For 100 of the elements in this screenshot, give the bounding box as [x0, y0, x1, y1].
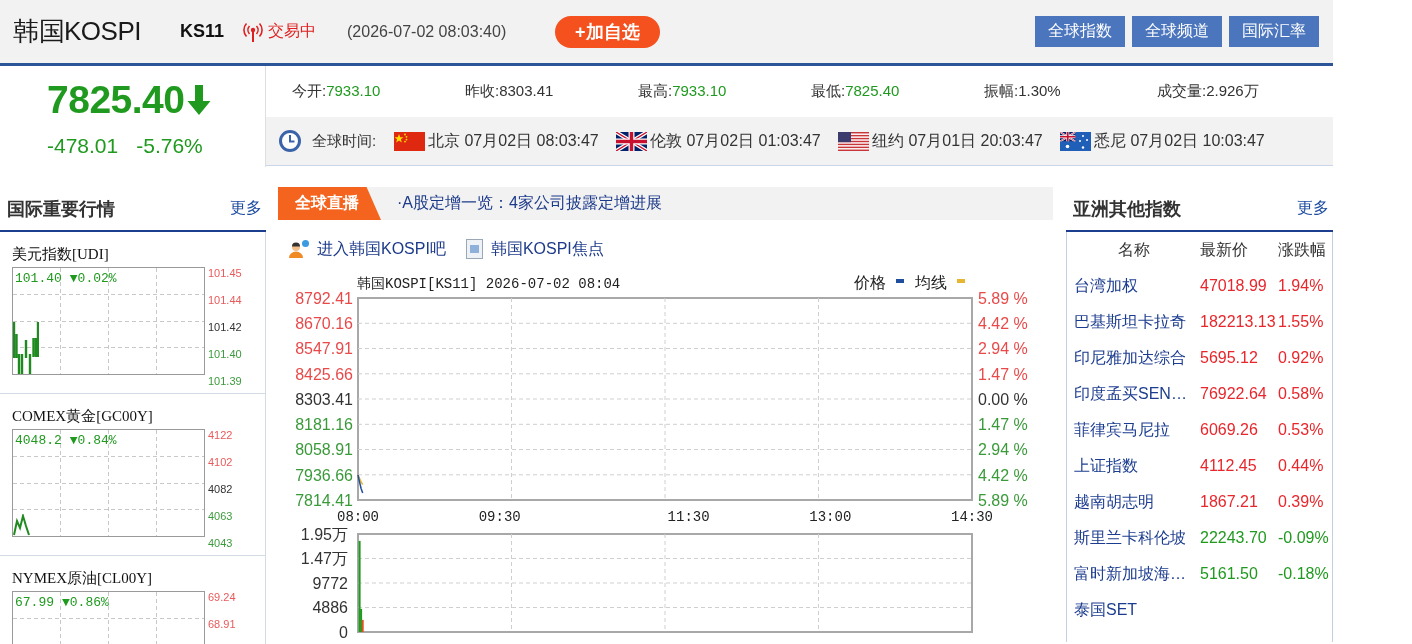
chart-title: 韩国KOSPI[KS11] 2026-07-02 08:04	[357, 276, 621, 292]
index-title: 韩国KOSPI	[13, 15, 142, 48]
mini-change: ▼0.86%	[62, 595, 109, 610]
y-axis-label: 8792.41	[295, 289, 353, 307]
y-axis-label: 9772	[312, 574, 348, 592]
column-header: 最新价	[1200, 239, 1249, 260]
stat-label: 最低:	[811, 82, 846, 99]
axis-label: 101.45	[208, 266, 242, 281]
percent-axis-label: 2.94 %	[978, 441, 1028, 459]
more-link[interactable]: 更多	[1297, 198, 1329, 219]
y-axis-label: 7814.41	[295, 491, 353, 509]
price-cell-text: 22243.70	[1200, 529, 1268, 547]
us-flag-icon	[838, 131, 869, 151]
stat-label: 昨收:	[465, 82, 500, 99]
y-axis-label: 8181.16	[295, 416, 353, 434]
focus-link[interactable]: 韩国KOSPI焦点	[465, 238, 604, 260]
axis-label: 68.91	[208, 617, 236, 632]
nav-button[interactable]: 全球指数	[1035, 16, 1125, 47]
column-header: 涨跌幅	[1278, 239, 1327, 260]
index-link[interactable]: 菲律宾马尼拉	[1067, 419, 1200, 441]
percent-axis-label: 1.47 %	[978, 416, 1028, 434]
sparkline-drawing	[13, 514, 30, 536]
y-axis-label: 8058.91	[295, 441, 353, 459]
change-cell-text: 0.53%	[1278, 421, 1325, 439]
mini-change: ▼0.02%	[69, 271, 117, 286]
x-axis-label: 09:30	[478, 509, 521, 525]
axis-label: 4043	[208, 536, 233, 551]
news-link[interactable]: ·A股定增一览：4家公司披露定增进展	[397, 193, 662, 214]
index-link[interactable]: 泰国SET	[1067, 599, 1200, 621]
percent-axis-label: 2.94 %	[978, 340, 1028, 358]
x-axis-label: 08:00	[337, 509, 379, 525]
stat-value: 7825.40	[845, 82, 900, 99]
axis-label: 101.40	[208, 347, 242, 362]
price-cell-text: 1867.21	[1200, 493, 1259, 511]
price-cell-text: 4112.45	[1200, 457, 1258, 475]
mini-change: ▼0.84%	[69, 433, 117, 448]
index-link[interactable]: 斯里兰卡科伦坡	[1067, 527, 1200, 549]
x-axis-label: 11:30	[667, 509, 710, 525]
price-cell-text: 5161.50	[1200, 565, 1259, 583]
index-link[interactable]: 台湾加权	[1067, 275, 1200, 297]
more-link[interactable]: 更多	[230, 198, 262, 219]
index-link[interactable]: 上证指数	[1067, 455, 1200, 477]
index-link[interactable]: 印尼雅加达综合	[1067, 347, 1200, 369]
axis-label: 4082	[208, 482, 233, 497]
change-cell-text: 0.39%	[1278, 493, 1325, 511]
y-axis-label: 1.95万	[300, 525, 348, 543]
price-cell-text: 6069.26	[1200, 421, 1259, 439]
change-cell-text: 0.92%	[1278, 349, 1325, 367]
y-axis-label: 4886	[312, 599, 348, 617]
price-change: -478.01	[47, 134, 119, 158]
x-axis-label: 13:00	[809, 509, 852, 525]
panel-title: 国际重要行情	[7, 197, 115, 221]
axis-label: 4122	[208, 428, 233, 443]
market-name[interactable]: NYMEX原油[CL00Y]	[12, 568, 265, 588]
mini-price: 101.40	[15, 271, 62, 286]
clock-icon	[279, 130, 301, 152]
percent-axis-label: 4.42 %	[978, 315, 1028, 333]
percent-axis-label: 0.00 %	[978, 390, 1028, 408]
nav-button[interactable]: 全球频道	[1132, 16, 1222, 47]
sparkline-drawing	[13, 322, 39, 374]
price-cell-text: 47018.99	[1200, 277, 1268, 295]
change-cell-text: 1.55%	[1278, 313, 1325, 331]
live-tag: 全球直播	[278, 187, 381, 220]
index-link[interactable]: 越南胡志明	[1067, 491, 1200, 513]
nav-button[interactable]: 国际汇率	[1229, 16, 1319, 47]
index-link[interactable]: 印度孟买SEN…	[1067, 383, 1200, 405]
forum-link[interactable]: 进入韩国KOSPI吧	[289, 238, 446, 260]
change-cell-text: 0.58%	[1278, 385, 1325, 403]
percent-axis-label: 4.42 %	[978, 466, 1028, 484]
china-flag-icon	[394, 131, 425, 151]
market-name[interactable]: 美元指数[UDI]	[12, 244, 265, 264]
australia-flag-icon	[1060, 131, 1091, 151]
change-cell-text: -0.18%	[1278, 565, 1330, 583]
market-name[interactable]: COMEX黄金[GC00Y]	[12, 406, 265, 426]
stat-value: 1.30%	[1018, 82, 1061, 99]
stat-value: 7933.10	[672, 82, 727, 99]
stat-value: 8303.41	[499, 82, 554, 99]
price-cell-text: 182213.13	[1200, 313, 1277, 331]
stat-value: 7933.10	[326, 82, 381, 99]
index-link[interactable]: 巴基斯坦卡拉奇	[1067, 311, 1200, 333]
index-link[interactable]: 富时新加坡海…	[1067, 563, 1200, 585]
legend-label: 均线	[915, 274, 947, 291]
uk-flag-icon	[616, 131, 647, 151]
index-code: KS11	[180, 21, 226, 42]
city-time: 悉尼 07月02日 10:03:47	[1094, 130, 1265, 151]
timestamp: (2026-07-02 08:03:40)	[347, 22, 508, 41]
stat-value: 2.926万	[1206, 82, 1259, 99]
y-axis-label: 0	[339, 623, 348, 641]
axis-label: 101.44	[208, 293, 242, 308]
percent-axis-label: 5.89 %	[978, 491, 1028, 509]
stat-label: 振幅:	[984, 82, 1019, 99]
city-time: 伦敦 07月02日 01:03:47	[650, 130, 821, 151]
stat-label: 今开:	[292, 82, 327, 99]
x-axis-label: 14:30	[951, 509, 993, 525]
price-cell-text: 76922.64	[1200, 385, 1268, 403]
change-cell-text: 0.44%	[1278, 457, 1325, 475]
axis-label: 4102	[208, 455, 233, 470]
y-axis-label: 1.47万	[300, 550, 348, 568]
city-time: 北京 07月02日 08:03:47	[428, 130, 599, 151]
y-axis-label: 7936.66	[295, 466, 353, 484]
